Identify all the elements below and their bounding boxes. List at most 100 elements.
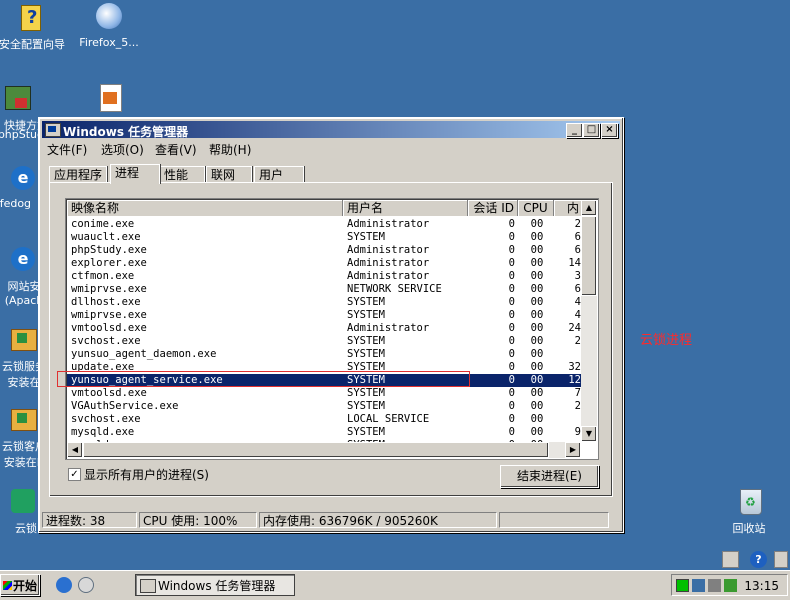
tray-options-icon[interactable] [774,551,788,568]
process-cell-cpu: 00 [530,348,544,360]
minimize-button[interactable]: _ [566,123,583,138]
process-cell-name: wmiprvse.exe [71,309,147,321]
process-cell-user: NETWORK SERVICE [347,283,442,295]
show-all-users-label[interactable]: 显示所有用户的进程(S) [84,466,209,483]
column-cpu[interactable]: CPU [518,200,554,216]
process-row[interactable]: svchost.exe SYSTEM 0 00 2 [67,335,581,348]
ie-quicklaunch-icon[interactable] [56,577,72,593]
process-cell-mem: 6 [574,231,581,243]
menu-help[interactable]: 帮助(H) [209,141,251,158]
process-cell-user: Administrator [347,322,430,334]
process-cell-session: 0 [508,335,515,347]
process-cell-mem: 24 [568,322,581,334]
process-row[interactable]: dllhost.exe SYSTEM 0 00 4 [67,296,581,309]
menu-file[interactable]: 文件(F) [47,141,87,158]
process-cell-user: Administrator [347,218,430,230]
column-user-name[interactable]: 用户名 [343,200,468,216]
tab-networking[interactable]: 联网 [206,166,252,183]
maximize-button[interactable]: □ [583,123,600,138]
tab-processes[interactable]: 进程 [110,164,160,184]
process-row[interactable]: wmiprvse.exe NETWORK SERVICE 0 00 6 [67,283,581,296]
security-tray-icon[interactable] [724,579,737,592]
process-row[interactable]: vmtoolsd.exe SYSTEM 0 00 7 [67,387,581,400]
desktop-icon-security-wizard[interactable]: ? 安全配置向导 [0,3,68,52]
process-cell-session: 0 [508,270,515,282]
vertical-scroll-thumb[interactable] [581,216,597,296]
column-mem[interactable]: 内 [554,200,582,216]
cpu-meter-icon[interactable] [676,579,689,592]
desktop-icon-firefox-setup[interactable]: Firefox_5... [73,3,145,49]
close-button[interactable]: × [601,123,618,138]
tray-keyboard-icon[interactable] [722,551,739,568]
task-manager-window[interactable]: Windows 任务管理器 _ □ × 文件(F) 选项(O) 查看(V) 帮助… [38,117,624,533]
scroll-left-button[interactable]: ◀ [67,442,83,458]
process-cell-mem: 14 [568,257,581,269]
process-cell-user: SYSTEM [347,309,385,321]
process-cell-name: explorer.exe [71,257,147,269]
column-image-name[interactable]: 映像名称 [67,200,343,216]
scroll-down-button[interactable]: ▼ [581,426,597,442]
vmware-icon[interactable] [708,579,721,592]
horizontal-scroll-thumb[interactable] [83,442,549,458]
process-cell-cpu: 00 [530,400,544,412]
scroll-up-button[interactable]: ▲ [581,200,597,216]
tab-applications[interactable]: 应用程序 [49,166,108,183]
menu-view[interactable]: 查看(V) [155,141,197,158]
system-tray: 13:15 [671,574,788,596]
start-button[interactable]: 开始 [0,574,40,596]
title-bar[interactable]: Windows 任务管理器 _ □ × [42,121,620,139]
yunsuo-client-icon [1,405,37,435]
scroll-right-button[interactable]: ▶ [565,442,581,458]
process-cell-session: 0 [508,244,515,256]
process-row[interactable]: vmtoolsd.exe Administrator 0 00 24 [67,322,581,335]
help-icon[interactable]: ? [750,551,767,568]
menu-options[interactable]: 选项(O) [101,141,144,158]
process-row[interactable]: phpStudy.exe Administrator 0 00 6 [67,244,581,257]
process-row[interactable]: yunsuo_agent_daemon.exe SYSTEM 0 00 [67,348,581,361]
process-row[interactable]: wmiprvse.exe SYSTEM 0 00 4 [67,309,581,322]
horizontal-scrollbar[interactable]: ◀ ▶ [67,442,581,458]
process-cell-user: SYSTEM [347,296,385,308]
process-cell-mem: 9 [574,426,581,438]
desktop-icon-generic-image[interactable] [73,84,145,117]
process-row[interactable]: wuauclt.exe SYSTEM 0 00 6 [67,231,581,244]
process-cell-session: 0 [508,387,515,399]
process-row[interactable]: conime.exe Administrator 0 00 2 [67,218,581,231]
process-row[interactable]: ctfmon.exe Administrator 0 00 3 [67,270,581,283]
status-cpu-usage: CPU 使用: 100% [139,512,257,528]
vertical-scrollbar[interactable]: ▲ ▼ [581,200,597,442]
process-cell-name: wmiprvse.exe [71,283,147,295]
explorer-quicklaunch-icon[interactable] [78,577,94,593]
end-process-button[interactable]: 结束进程(E) [500,465,599,488]
taskbar-task-manager-button[interactable]: Windows 任务管理器 [135,574,295,596]
desktop-icon-recycle-bin[interactable]: ♻ 回收站 [713,487,785,536]
process-cell-session: 0 [508,309,515,321]
process-cell-name: phpStudy.exe [71,244,147,256]
show-all-users-checkbox[interactable]: ✓ [68,468,81,481]
recycle-bin-icon: ♻ [734,487,764,517]
process-cell-cpu: 00 [530,413,544,425]
process-row[interactable]: svchost.exe LOCAL SERVICE 0 00 [67,413,581,426]
process-list[interactable]: 映像名称 用户名 会话 ID CPU 内 conime.exe Administr… [65,198,599,460]
process-cell-user: Administrator [347,270,430,282]
process-cell-session: 0 [508,218,515,230]
process-cell-user: SYSTEM [347,335,385,347]
process-cell-mem: 3 [574,270,581,282]
site-security-icon: e [1,245,35,275]
column-session-id[interactable]: 会话 ID [468,200,518,216]
tab-users[interactable]: 用户 [254,166,304,183]
status-bar: 进程数: 38 CPU 使用: 100% 内存使用: 636796K / 905… [42,512,620,529]
process-cell-name: VGAuthService.exe [71,400,179,412]
process-cell-cpu: 00 [530,426,544,438]
process-row[interactable]: VGAuthService.exe SYSTEM 0 00 2 [67,400,581,413]
process-row[interactable]: explorer.exe Administrator 0 00 14 [67,257,581,270]
tab-performance[interactable]: 性能 [159,166,205,183]
process-cell-mem: 2 [574,335,581,347]
process-cell-cpu: 00 [530,322,544,334]
process-cell-cpu: 00 [530,218,544,230]
network-icon[interactable] [692,579,705,592]
status-process-count: 进程数: 38 [42,512,137,528]
process-row[interactable]: mysqld.exe SYSTEM 0 00 9 [67,426,581,439]
process-cell-cpu: 00 [530,231,544,243]
security-wizard-icon: ? [17,3,47,33]
